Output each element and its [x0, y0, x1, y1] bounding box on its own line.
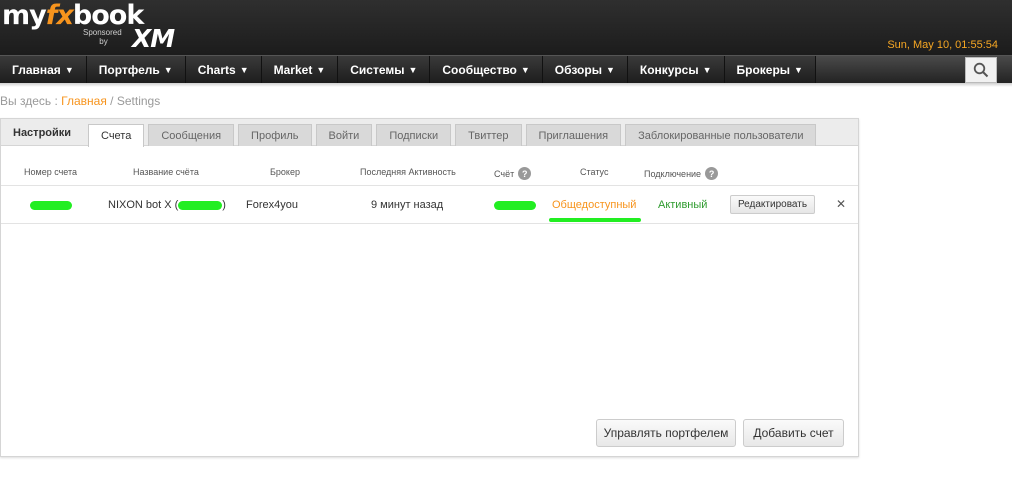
status-public[interactable]: Общедоступный	[552, 199, 636, 211]
nav-item-6[interactable]: Обзоры ▼	[542, 56, 628, 83]
nav-item-label: Конкурсы	[639, 62, 699, 77]
tab-4[interactable]: Подписки	[376, 124, 452, 146]
nav-item-label: Главная	[12, 62, 61, 77]
sponsored-text: Sponsored	[83, 28, 122, 37]
settings-panel: Настройки Счета Сообщения Профиль Войти Подп…	[0, 118, 859, 457]
col-header-account: Счёт ?	[494, 167, 532, 180]
col-header-number: Номер счета	[24, 167, 78, 177]
connection-active: Активный	[658, 199, 708, 211]
nav-item-8[interactable]: Брокеры ▼	[724, 56, 816, 83]
col-header-connection-label: Подключение	[644, 168, 702, 179]
logo-fx: fx	[45, 0, 74, 31]
nav-item-4[interactable]: Системы ▼	[338, 56, 431, 83]
account-name[interactable]: NIXON bot X ()	[108, 199, 226, 211]
col-header-status: Статус	[580, 167, 609, 177]
nav-item-label: Портфель	[98, 62, 160, 77]
myfxbook-logo[interactable]: myfxbook	[2, 0, 144, 31]
help-icon[interactable]: ?	[518, 167, 532, 180]
chevron-down-icon: ▼	[520, 64, 530, 75]
row-divider	[1, 223, 858, 224]
account-name-redacted	[178, 200, 223, 210]
search-icon	[973, 62, 989, 78]
top-header: myfxbook Sponsored by XM Sun, May 10, 01…	[0, 0, 1012, 55]
chevron-down-icon: ▼	[163, 64, 173, 75]
broker-name: Forex4you	[246, 199, 298, 211]
account-number-redacted	[30, 199, 72, 211]
tab-0[interactable]: Счета	[88, 124, 145, 147]
chevron-down-icon: ▼	[605, 64, 615, 75]
col-header-connection: Подключение ?	[644, 167, 719, 180]
tab-5[interactable]: Твиттер	[455, 124, 522, 146]
nav-item-label: Обзоры	[554, 62, 602, 77]
tab-1[interactable]: Сообщения	[148, 124, 235, 146]
status-highlight	[549, 218, 641, 222]
edit-button[interactable]: Редактировать	[730, 195, 815, 214]
delete-icon[interactable]: ✕	[836, 197, 846, 211]
nav-item-2[interactable]: Charts ▼	[185, 56, 262, 83]
chevron-down-icon: ▼	[239, 64, 249, 75]
logo-my: my	[2, 0, 47, 31]
breadcrumb-home-link[interactable]: Главная	[61, 94, 107, 108]
breadcrumb-separator: /	[110, 94, 114, 108]
tab-3[interactable]: Войти	[315, 124, 373, 146]
tab-2[interactable]: Профиль	[238, 124, 312, 146]
nav-item-label: Сообщество	[442, 62, 517, 77]
nav-item-7[interactable]: Конкурсы ▼	[627, 56, 725, 83]
main-nav: Главная ▼ Портфель ▼ Charts ▼ Market ▼ Системы ▼ С…	[0, 55, 1012, 83]
account-balance-redacted	[494, 199, 536, 211]
col-header-account-label: Счёт	[494, 168, 515, 179]
tab-6[interactable]: Приглашения	[525, 124, 622, 146]
account-name-suffix: )	[222, 199, 226, 211]
col-header-name: Название счёта	[133, 167, 199, 177]
header-divider	[1, 185, 858, 186]
nav-item-label: Брокеры	[736, 62, 791, 77]
chevron-down-icon: ▼	[64, 64, 74, 75]
chevron-down-icon: ▼	[316, 64, 326, 75]
help-icon[interactable]: ?	[705, 167, 719, 180]
nav-item-5[interactable]: Сообщество ▼	[430, 56, 543, 83]
last-activity: 9 минут назад	[371, 199, 444, 211]
breadcrumb-prefix: Вы здесь :	[0, 94, 58, 108]
server-datetime: Sun, May 10, 01:55:54	[887, 39, 998, 51]
nav-item-3[interactable]: Market ▼	[261, 56, 339, 83]
add-account-button[interactable]: Добавить счет	[743, 419, 844, 447]
by-text: by	[99, 37, 108, 46]
tab-7[interactable]: Заблокированные пользователи	[625, 124, 817, 146]
xm-logo[interactable]: XM	[132, 24, 175, 53]
col-header-broker: Брокер	[270, 167, 300, 177]
nav-shadow	[0, 83, 1012, 87]
col-header-activity: Последняя Активность	[360, 167, 456, 177]
nav-item-label: Charts	[197, 62, 236, 77]
chevron-down-icon: ▼	[702, 64, 712, 75]
chevron-down-icon: ▼	[408, 64, 418, 75]
account-name-prefix: NIXON bot X (	[108, 199, 179, 211]
sponsored-by: Sponsored by	[83, 28, 122, 46]
breadcrumb-current: Settings	[116, 94, 161, 108]
chevron-down-icon: ▼	[794, 64, 803, 75]
nav-item-1[interactable]: Портфель ▼	[86, 56, 186, 83]
nav-item-label: Market	[273, 62, 313, 77]
nav-item-label: Системы	[350, 62, 405, 77]
settings-tabbar: Настройки Счета Сообщения Профиль Войти Подп…	[1, 119, 858, 147]
breadcrumb: Вы здесь : Главная / Settings	[0, 94, 160, 108]
manage-portfolio-button[interactable]: Управлять портфелем	[596, 419, 736, 447]
settings-title: Настройки	[13, 127, 72, 139]
search-button[interactable]	[965, 57, 997, 83]
nav-item-0[interactable]: Главная ▼	[0, 56, 87, 83]
